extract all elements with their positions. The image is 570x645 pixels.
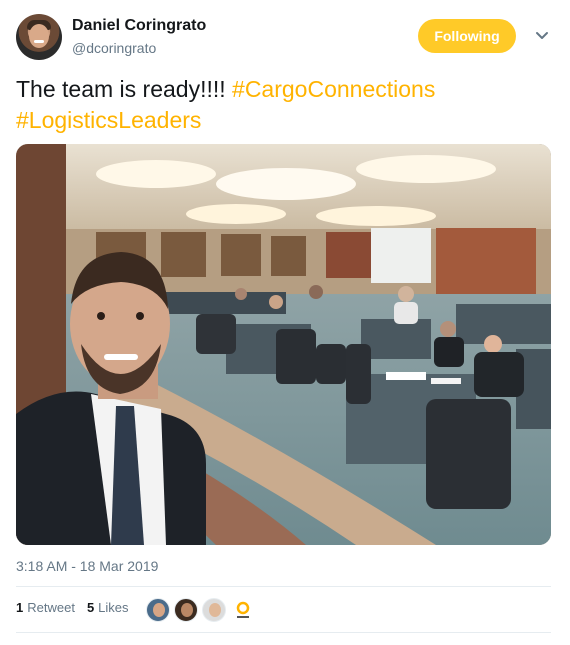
tweet-text: The team is ready!!!! #CargoConnections … xyxy=(16,74,556,136)
hashtag-cargo-connections[interactable]: #CargoConnections xyxy=(232,76,435,102)
retweet-number: 1 xyxy=(16,600,24,615)
tweet-header: Daniel Coringrato @dcoringrato Following xyxy=(16,14,556,64)
liker-avatar[interactable] xyxy=(202,598,226,622)
tweet-body: The team is ready!!!! xyxy=(16,76,233,102)
following-button[interactable]: Following xyxy=(418,19,516,53)
liker-avatar-cargo-logo[interactable] xyxy=(230,598,254,622)
photo-illustration xyxy=(16,144,551,545)
tweet-photo[interactable] xyxy=(16,144,551,545)
chevron-down-icon[interactable] xyxy=(532,26,552,46)
retweet-count[interactable]: 1 Retweet xyxy=(16,600,75,615)
cargo-logo-icon xyxy=(236,601,250,618)
author-handle[interactable]: @dcoringrato xyxy=(72,40,156,56)
like-count[interactable]: 5 Likes xyxy=(87,600,129,615)
divider xyxy=(16,632,551,633)
liker-avatars xyxy=(146,598,258,622)
author-name[interactable]: Daniel Coringrato xyxy=(72,17,206,35)
like-label: Likes xyxy=(98,600,129,615)
liker-avatar[interactable] xyxy=(174,598,198,622)
tweet-timestamp[interactable]: 3:18 AM - 18 Mar 2019 xyxy=(16,558,158,574)
divider xyxy=(16,586,551,587)
author-avatar[interactable] xyxy=(16,14,62,60)
liker-avatar[interactable] xyxy=(146,598,170,622)
tweet-stats: 1 Retweet 5 Likes xyxy=(16,600,141,615)
like-number: 5 xyxy=(86,600,95,615)
retweet-label: Retweet xyxy=(27,600,75,615)
hashtag-logistics-leaders[interactable]: #LogisticsLeaders xyxy=(16,107,201,133)
